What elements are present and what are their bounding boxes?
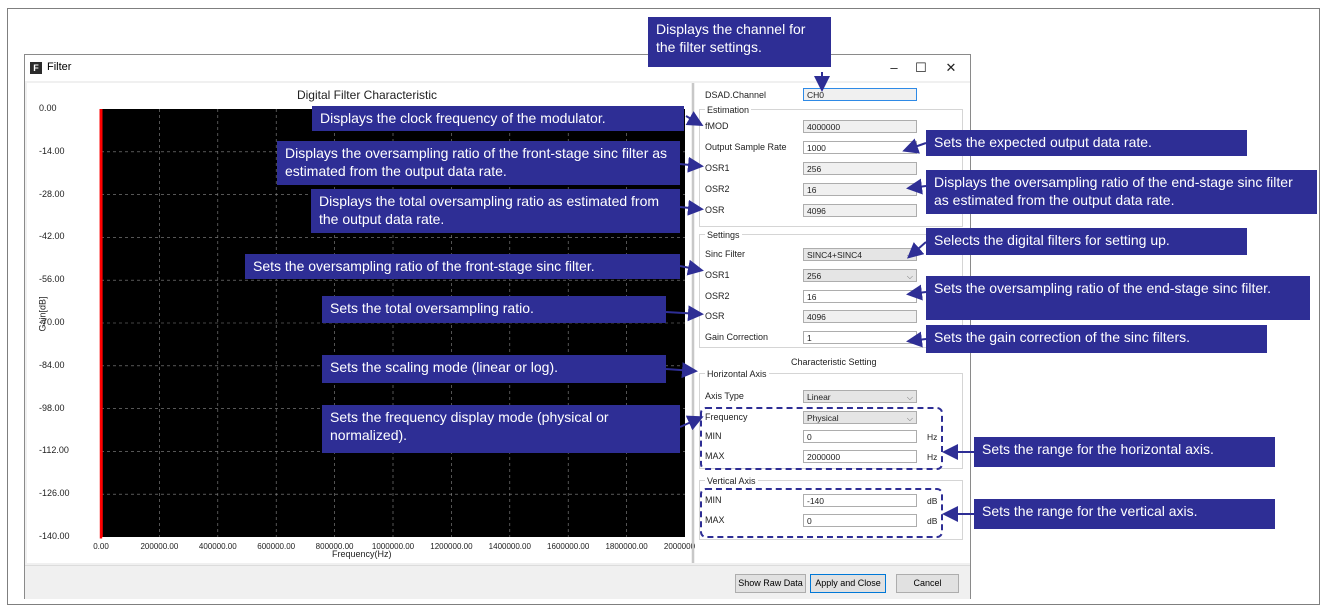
callout-channel: Displays the channel for the filter sett… [648, 17, 831, 67]
callout-osr1-est: Displays the oversampling ratio of the f… [277, 141, 680, 185]
x-tick-label: 400000.00 [198, 542, 237, 551]
sinc-filter-select[interactable]: SINC4+SINC4 ⌵ [803, 248, 917, 261]
gain-correction-label: Gain Correction [705, 332, 769, 342]
sinc-filter-value: SINC4+SINC4 [807, 250, 863, 260]
cancel-button[interactable]: Cancel [896, 574, 959, 593]
x-tick-label: 200000.00 [140, 542, 179, 551]
channel-label: DSAD.Channel [705, 90, 767, 100]
x-tick-label: 1000000.00 [371, 542, 415, 551]
osr2-set-label: OSR2 [705, 291, 730, 301]
maximize-button[interactable]: ☐ [909, 57, 933, 79]
callout-osr-est: Displays the total oversampling ratio as… [311, 189, 680, 233]
osr-est-field: 4096 [803, 204, 917, 217]
osr2-est-field: 16 [803, 183, 917, 196]
characteristic-setting-label: Characteristic Setting [791, 357, 877, 367]
horizontal-range-highlight [700, 407, 943, 470]
filter-app-icon: F [30, 62, 42, 74]
button-bar: Show Raw Data Apply and Close Cancel [25, 565, 970, 599]
callout-scaling: Sets the scaling mode (linear or log). [322, 355, 666, 383]
estimation-label: Estimation [705, 105, 752, 115]
minimize-button[interactable]: – [882, 57, 906, 79]
y-tick-label: -70.00 [39, 317, 65, 327]
output-rate-field[interactable]: 1000 [803, 141, 917, 154]
chevron-down-icon: ⌵ [906, 393, 913, 402]
y-tick-label: -112.00 [39, 445, 69, 456]
callout-osr2-set: Sets the oversampling ratio of the end-s… [926, 276, 1310, 320]
axis-type-select[interactable]: Linear ⌵ [803, 390, 917, 403]
y-tick-label: -140.00 [39, 531, 70, 541]
osr-field: 4096 [803, 310, 917, 323]
callout-osr-set: Sets the total oversampling ratio. [322, 296, 666, 323]
vertical-axis-label: Vertical Axis [705, 476, 758, 486]
horizontal-axis-label: Horizontal Axis [705, 369, 769, 379]
osr-est-label: OSR [705, 205, 725, 215]
window-title: Filter [47, 61, 72, 73]
apply-and-close-button[interactable]: Apply and Close [810, 574, 886, 593]
osr2-field[interactable]: 16 [803, 290, 917, 303]
osr2-est-label: OSR2 [705, 184, 730, 194]
callout-hrange: Sets the range for the horizontal axis. [974, 437, 1275, 467]
y-tick-label: -14.00 [39, 145, 65, 156]
chevron-down-icon: ⌵ [906, 251, 913, 260]
x-tick-label: 600000.00 [257, 542, 296, 551]
y-tick-label: -126.00 [39, 488, 70, 499]
fmod-label: fMOD [705, 121, 729, 131]
channel-field[interactable]: CH0 [803, 88, 917, 101]
close-button[interactable]: ✕ [939, 57, 963, 79]
x-tick-label: 0.00 [93, 542, 109, 551]
y-tick-label: -98.00 [39, 402, 65, 413]
fmod-field: 4000000 [803, 120, 917, 133]
panel-divider[interactable] [692, 83, 694, 563]
output-rate-label: Output Sample Rate [705, 142, 787, 152]
callout-freq-mode: Sets the frequency display mode (physica… [322, 405, 680, 453]
y-tick-label: -84.00 [39, 359, 65, 370]
callout-out-rate: Sets the expected output data rate. [926, 130, 1247, 156]
axis-type-label: Axis Type [705, 391, 744, 401]
axis-type-value: Linear [807, 392, 831, 402]
x-tick-label: 1800000.00 [605, 542, 648, 551]
callout-clock: Displays the clock frequency of the modu… [312, 106, 684, 131]
show-raw-data-button[interactable]: Show Raw Data [735, 574, 806, 593]
osr1-est-label: OSR1 [705, 163, 730, 173]
chevron-down-icon: ⌵ [906, 272, 913, 281]
y-tick-label: -28.00 [39, 188, 65, 199]
y-tick-label: 0.00 [39, 103, 57, 113]
callout-digital: Selects the digital filters for setting … [926, 228, 1247, 255]
x-tick-label: 800000.00 [315, 542, 354, 551]
callout-osr1-set: Sets the oversampling ratio of the front… [245, 254, 680, 279]
response-line [99, 108, 103, 539]
osr-set-label: OSR [705, 311, 725, 321]
osr1-set-label: OSR1 [705, 270, 730, 280]
osr1-select[interactable]: 256 ⌵ [803, 269, 917, 282]
sinc-filter-label: Sinc Filter [705, 249, 746, 259]
callout-osr2-est: Displays the oversampling ratio of the e… [926, 170, 1317, 214]
osr1-est-field: 256 [803, 162, 917, 175]
x-tick-label: 1200000.00 [430, 542, 473, 551]
callout-gain: Sets the gain correction of the sinc fil… [926, 325, 1267, 353]
x-tick-label: 1600000.00 [547, 542, 590, 551]
gain-correction-field[interactable]: 1 [803, 331, 917, 344]
y-tick-label: -42.00 [39, 231, 65, 242]
settings-label: Settings [705, 230, 742, 240]
vertical-range-highlight [700, 488, 943, 538]
callout-vrange: Sets the range for the vertical axis. [974, 499, 1275, 529]
x-tick-label: 1400000.00 [488, 542, 531, 551]
y-tick-label: -56.00 [39, 274, 65, 285]
osr1-value: 256 [807, 271, 822, 281]
